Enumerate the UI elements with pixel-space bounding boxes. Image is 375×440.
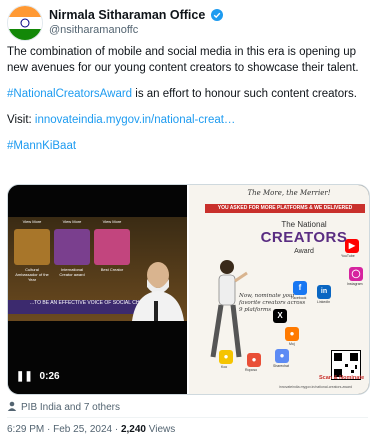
linkedin-label: LinkedIn xyxy=(317,300,331,304)
video-tile-caption-3: Best Creator xyxy=(100,267,124,272)
video-tile-caption-1: Cultural Ambassador of the Year xyxy=(15,267,49,282)
roposo-icon: ● xyxy=(247,353,261,367)
tweet-text: The combination of mobile and social med… xyxy=(7,44,367,164)
video-tile-3 xyxy=(94,229,130,265)
sharechat-label: Sharechat xyxy=(273,364,289,368)
person-icon xyxy=(7,401,17,411)
roposo-label: Roposo xyxy=(245,368,258,372)
avatar[interactable] xyxy=(7,5,43,41)
linkedin-icon: in xyxy=(317,285,331,299)
x-icon: X xyxy=(273,309,287,323)
video-tile-caption-2: International Creator award xyxy=(59,267,85,277)
facebook-label: Facebook xyxy=(291,296,307,300)
verified-badge-icon xyxy=(210,9,223,24)
koo-label: Koo xyxy=(221,365,228,369)
moj-icon: ● xyxy=(285,327,299,341)
instagram-icon: ◯ xyxy=(349,267,363,281)
repost-info[interactable]: PIB India and 7 others xyxy=(7,401,120,413)
visit-link[interactable]: innovateindia.mygov.in/national-creat… xyxy=(35,114,236,126)
tweet-header: Nirmala Sitharaman Office @nsitharamanof… xyxy=(7,5,367,45)
video-tile-1 xyxy=(14,229,50,265)
divider xyxy=(7,417,368,418)
tweet-meta: 6:29 PM · Feb 25, 2024 · 2,240 Views xyxy=(7,424,175,435)
video-tile-2 xyxy=(54,229,90,265)
views-label: Views xyxy=(145,424,176,435)
repost-text: PIB India and 7 others xyxy=(21,402,120,413)
video-tile-label-1: View More xyxy=(22,219,42,224)
views-count: 2,240 xyxy=(120,424,146,435)
poster-creators: CREATORS xyxy=(260,229,348,246)
tweet-paragraph-4: #MannKiBaat xyxy=(7,138,367,154)
youtube-icon: ▶ xyxy=(345,239,359,253)
video-tile-label-2: View More xyxy=(62,219,82,224)
hashtag-national-creators-award[interactable]: #NationalCreatorsAward xyxy=(7,88,132,100)
instagram-label: Instagram xyxy=(347,282,363,286)
speaker-figure xyxy=(132,262,184,321)
poster-the-national: The National xyxy=(281,220,327,229)
poster-banner: YOU ASKED FOR MORE PLATFORMS & WE DELIVE… xyxy=(205,204,365,213)
tweet-paragraph-2-text: is an effort to honour such content crea… xyxy=(132,88,357,100)
tweet-paragraph-2: #NationalCreatorsAward is an effort to h… xyxy=(7,86,367,102)
poster-title: The More, the Merrier! xyxy=(247,189,331,197)
koo-icon: ● xyxy=(219,350,233,364)
hashtag-mannkibaat[interactable]: #MannKiBaat xyxy=(7,140,76,152)
poster-url: innovateindia.mygov.in/national-creators… xyxy=(279,385,353,389)
moj-label: Moj xyxy=(289,342,295,346)
video-player[interactable]: View More View More View More Cultural A… xyxy=(8,185,188,394)
video-tile-label-3: View More xyxy=(102,219,122,224)
scan-label: Scan & Nominate xyxy=(319,375,365,381)
video-elapsed: 0:26 xyxy=(39,371,60,382)
video-controls[interactable]: ❚❚ 0:26 xyxy=(16,371,60,382)
media-grid: View More View More View More Cultural A… xyxy=(7,184,370,395)
account-handle[interactable]: @nsitharamanoffc xyxy=(49,24,138,36)
facebook-icon: f xyxy=(293,281,307,295)
sharechat-icon: ● xyxy=(275,349,289,363)
video-frame: View More View More View More Cultural A… xyxy=(8,217,188,321)
account-name[interactable]: Nirmala Sitharaman Office xyxy=(49,8,205,22)
pause-icon[interactable]: ❚❚ xyxy=(16,371,33,382)
tweet-paragraph-3: Visit: innovateindia.mygov.in/national-c… xyxy=(7,112,367,128)
account-name-row[interactable]: Nirmala Sitharaman Office xyxy=(49,8,223,24)
youtube-label: YouTube xyxy=(341,254,355,258)
tweet-paragraph-1: The combination of mobile and social med… xyxy=(7,46,359,74)
tweet-timestamp[interactable]: 6:29 PM · Feb 25, 2024 · xyxy=(7,424,121,435)
visit-label: Visit: xyxy=(7,114,35,126)
award-poster-image[interactable]: The More, the Merrier! YOU ASKED FOR MOR… xyxy=(187,185,369,394)
